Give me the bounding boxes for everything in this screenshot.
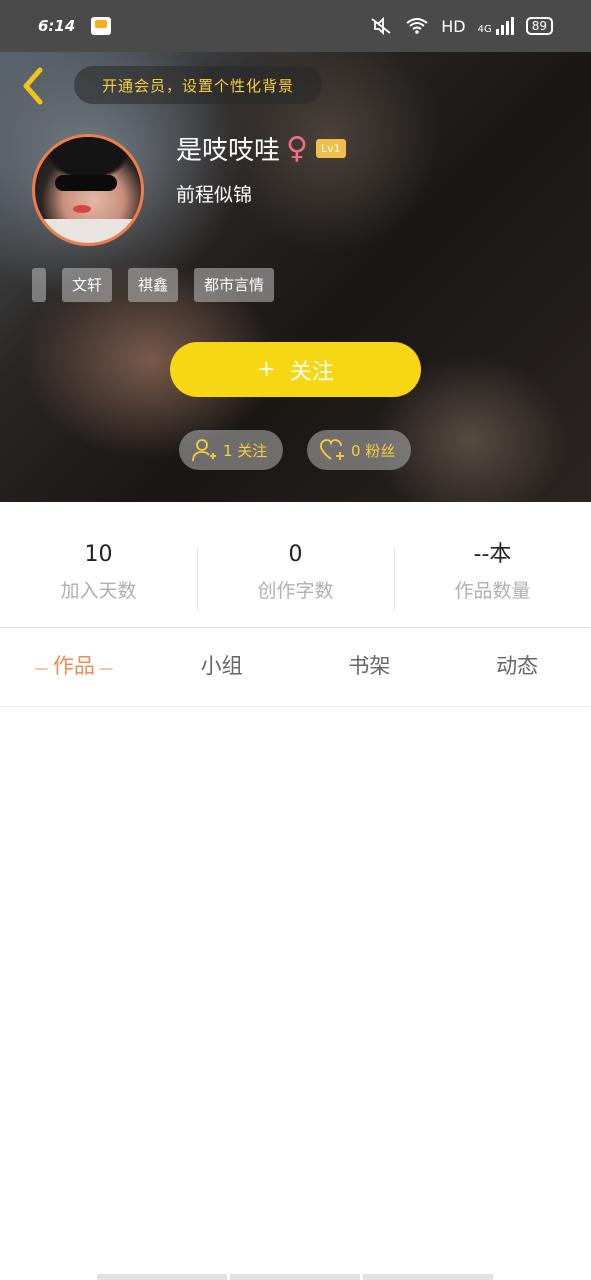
vip-background-banner[interactable]: 开通会员，设置个性化背景 xyxy=(74,66,322,104)
tab-bookshelf[interactable]: 书架 xyxy=(296,640,444,692)
tab-label: 动态 xyxy=(496,654,539,678)
follow-button[interactable]: + 关注 xyxy=(170,342,421,397)
divider xyxy=(0,627,591,628)
stats-row: 10 加入天数 0 创作字数 --本 作品数量 xyxy=(0,540,591,616)
user-add-icon xyxy=(192,439,216,462)
back-arrow-icon[interactable] xyxy=(16,64,50,108)
stat-label: 创作字数 xyxy=(257,580,334,602)
social-counts: 1 关注 0 粉丝 xyxy=(179,430,411,470)
app-notification-icon xyxy=(91,17,112,35)
stat-join-days: 10 加入天数 xyxy=(0,540,197,616)
stat-word-count: 0 创作字数 xyxy=(197,540,394,616)
following-count-button[interactable]: 1 关注 xyxy=(179,430,283,470)
plus-icon: + xyxy=(257,357,276,382)
avatar[interactable] xyxy=(32,134,144,246)
stat-value: 0 xyxy=(288,542,303,567)
stat-label: 作品数量 xyxy=(454,580,531,602)
tag-item[interactable]: 都市言情 xyxy=(194,268,275,302)
level-badge: Lv1 xyxy=(316,139,346,158)
tag-item[interactable]: 文轩 xyxy=(62,268,113,302)
username-row: 是吱吱哇 ♀ Lv1 xyxy=(176,130,346,167)
profile-tabs: 作品 小组 书架 动态 xyxy=(0,640,591,692)
tab-works[interactable]: 作品 xyxy=(0,640,148,692)
cell-type-label: 4G xyxy=(477,24,492,35)
female-gender-icon: ♀ xyxy=(286,130,308,166)
fans-count-button[interactable]: 0 粉丝 xyxy=(307,430,411,470)
battery-indicator: 89 xyxy=(525,17,553,35)
tab-label: 作品 xyxy=(34,654,113,678)
status-time: 6:14 xyxy=(38,17,76,35)
user-signature: 前程似锦 xyxy=(176,184,253,206)
status-bar: 6:14 HD 4G 89 xyxy=(0,0,591,52)
stat-label: 加入天数 xyxy=(60,580,137,602)
tag-item[interactable]: 祺鑫 xyxy=(128,268,179,302)
cell-signal-icon: 4G xyxy=(478,17,514,35)
follow-button-label: 关注 xyxy=(289,359,334,385)
profile-header-background: 6:14 HD 4G 89 开通会员，设置个性化背景 是吱吱哇 ♀ Lv1 前程… xyxy=(0,0,591,502)
wifi-icon xyxy=(406,18,428,34)
network-hd-label: HD xyxy=(441,16,466,36)
navigation-gesture-bar[interactable] xyxy=(97,1274,493,1280)
stat-value: --本 xyxy=(473,542,512,567)
username: 是吱吱哇 xyxy=(176,136,281,166)
stat-value: 10 xyxy=(84,542,113,567)
tab-label: 小组 xyxy=(200,654,243,678)
tab-label: 书架 xyxy=(348,654,391,678)
heart-add-icon xyxy=(320,439,344,460)
tab-groups[interactable]: 小组 xyxy=(148,640,296,692)
mute-icon xyxy=(371,17,391,35)
tab-activity[interactable]: 动态 xyxy=(443,640,591,692)
stat-works-count: --本 作品数量 xyxy=(394,540,591,616)
tag-list: 文轩 祺鑫 都市言情 xyxy=(32,268,275,302)
fans-count-label: 0 粉丝 xyxy=(351,441,396,460)
following-count-label: 1 关注 xyxy=(223,441,268,460)
tag-item[interactable] xyxy=(32,268,46,302)
divider xyxy=(0,706,591,707)
